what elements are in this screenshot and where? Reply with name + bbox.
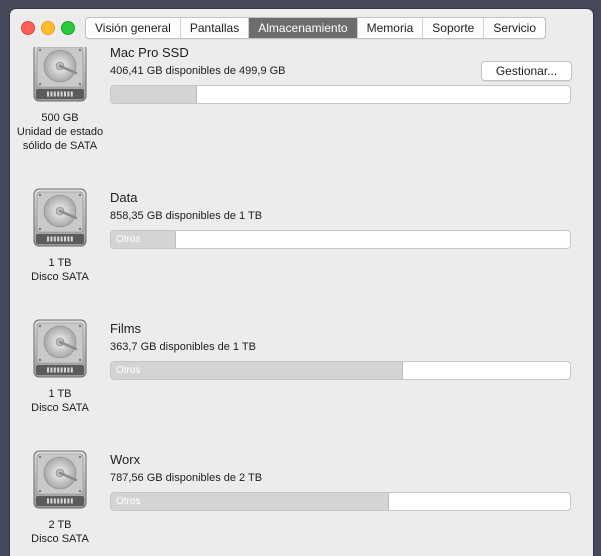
disk-type: Unidad de estado	[16, 126, 104, 138]
storage-bar-label: Otros	[116, 496, 141, 507]
storage-bar-used	[111, 86, 197, 103]
tab-almacenamiento[interactable]: Almacenamiento	[249, 18, 358, 38]
disk-available: 858,35 GB disponibles de 1 TB	[110, 210, 263, 222]
disk-name: Mac Pro SSD	[110, 47, 189, 60]
storage-bar	[110, 85, 571, 104]
hard-drive-icon	[32, 450, 88, 510]
disk-available: 406,41 GB disponibles de 499,9 GB	[110, 65, 286, 77]
storage-bar-label: Otros	[116, 234, 141, 245]
disk-info: 2 TB Disco SATA	[10, 518, 110, 546]
tab-servicio[interactable]: Servicio	[484, 18, 545, 38]
zoom-window-button[interactable]	[61, 21, 75, 35]
tab-vision-general[interactable]: Visión general	[86, 18, 181, 38]
disk-available: 363,7 GB disponibles de 1 TB	[110, 341, 256, 353]
disk-info: 1 TB Disco SATA	[10, 387, 110, 415]
storage-bar-used	[111, 362, 403, 379]
storage-bar-used	[111, 493, 390, 510]
disk-capacity: 1 TB	[48, 257, 72, 269]
system-info-window: Visión general Pantallas Almacenamiento …	[10, 9, 593, 556]
disk-entry: 2 TB Disco SATA Worx 787,56 GB disponibl…	[10, 412, 593, 546]
hard-drive-icon	[32, 188, 88, 248]
minimize-window-button[interactable]	[41, 21, 55, 35]
disk-name: Worx	[110, 452, 141, 467]
close-window-button[interactable]	[21, 21, 35, 35]
storage-bar: Otros	[110, 361, 571, 380]
tab-pantallas[interactable]: Pantallas	[181, 18, 250, 38]
disk-available: 787,56 GB disponibles de 2 TB	[110, 472, 263, 484]
disk-entry: 1 TB Disco SATA Data 858,35 GB disponibl…	[10, 150, 593, 284]
tab-bar: Visión general Pantallas Almacenamiento …	[85, 17, 547, 39]
disk-capacity: 2 TB	[48, 519, 72, 531]
storage-list[interactable]: 500 GB Unidad de estado sólido de SATA M…	[10, 47, 593, 556]
manage-button[interactable]: Gestionar...	[481, 61, 572, 81]
disk-entry: 1 TB Disco SATA Films 363,7 GB disponibl…	[10, 281, 593, 415]
disk-capacity: 1 TB	[48, 388, 72, 400]
disk-info: 500 GB Unidad de estado sólido de SATA	[10, 111, 110, 153]
disk-type: Disco SATA	[31, 533, 89, 545]
disk-name: Films	[110, 321, 142, 336]
disk-info: 1 TB Disco SATA	[10, 256, 110, 284]
storage-bar: Otros	[110, 492, 571, 511]
tab-soporte[interactable]: Soporte	[423, 18, 485, 38]
storage-bar-label: Otros	[116, 365, 141, 376]
hard-drive-icon	[32, 319, 88, 379]
hard-drive-icon	[32, 47, 88, 103]
title-bar: Visión general Pantallas Almacenamiento …	[10, 9, 593, 47]
disk-name: Data	[110, 190, 138, 205]
tab-memoria[interactable]: Memoria	[358, 18, 424, 38]
disk-capacity: 500 GB	[41, 112, 79, 124]
storage-bar: Otros	[110, 230, 571, 249]
